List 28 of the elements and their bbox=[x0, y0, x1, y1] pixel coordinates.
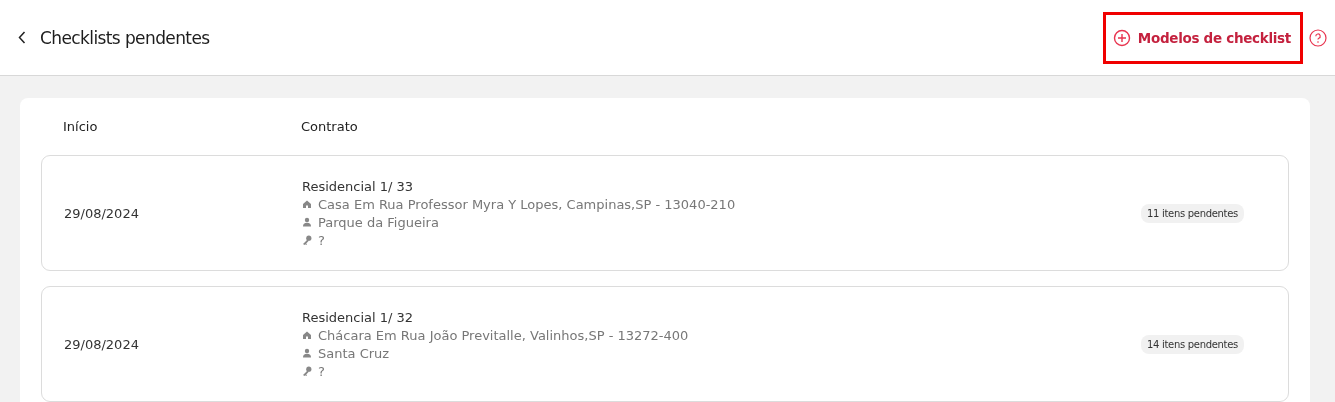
address-text: Casa Em Rua Professor Myra Y Lopes, Campinas,SP - 13040-210 bbox=[318, 196, 736, 212]
checklist-templates-button[interactable]: Modelos de checklist bbox=[1102, 11, 1303, 64]
column-header: Contrato bbox=[301, 119, 358, 134]
help-button[interactable] bbox=[1309, 28, 1327, 47]
person-icon bbox=[302, 216, 312, 228]
contract-name: Residencial 1/ 33 bbox=[302, 178, 415, 194]
checklist-row[interactable]: 29/08/2024 Residencial 1/ 33 Casa Em Rua Professor Myra Y Lopes, Campinas,SP - 13040-210 Parque da Figueira ? 11 itens pendentes bbox=[41, 155, 1289, 271]
chevron-left-icon bbox=[18, 31, 26, 44]
key-icon bbox=[302, 234, 312, 246]
key-icon bbox=[302, 365, 312, 377]
checklist-row[interactable]: 29/08/2024 Residencial 1/ 32 Chácara Em Rua João Previtalle, Valinhos,SP - 13272-400 Santa Cruz ? 14 itens pendentes bbox=[41, 286, 1289, 402]
column-header: Início bbox=[62, 119, 99, 134]
person-icon bbox=[302, 347, 312, 359]
help-icon bbox=[1309, 28, 1327, 47]
key-text: ? bbox=[318, 363, 325, 379]
pending-badge: 11 itens pendentes bbox=[1140, 203, 1244, 223]
pending-badge: 14 itens pendentes bbox=[1140, 334, 1244, 354]
owner-name: Parque da Figueira bbox=[318, 214, 439, 230]
contract-name: Residencial 1/ 32 bbox=[302, 309, 415, 325]
date-text: 29/08/2024 bbox=[64, 336, 140, 352]
home-icon bbox=[302, 198, 312, 210]
key-text: ? bbox=[318, 232, 325, 248]
date-text: 29/08/2024 bbox=[64, 205, 140, 221]
address-text: Chácara Em Rua João Previtalle, Valinhos,SP - 13272-400 bbox=[318, 327, 689, 343]
page-title: Checklists pendentes bbox=[40, 27, 210, 48]
owner-name: Santa Cruz bbox=[318, 345, 390, 361]
plus-circle-icon bbox=[1112, 28, 1131, 47]
home-icon bbox=[302, 329, 312, 341]
